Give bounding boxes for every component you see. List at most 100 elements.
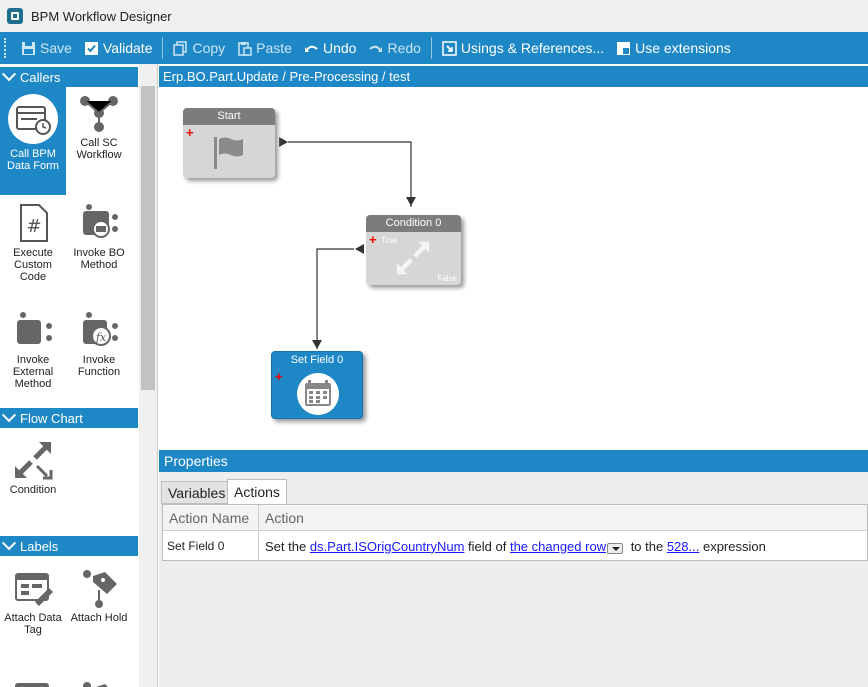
copy-button[interactable]: Copy: [167, 32, 231, 64]
tool-next-partial[interactable]: [66, 664, 132, 687]
action-text: Set the: [265, 538, 310, 554]
section-flowchart-label: Flow Chart: [20, 410, 83, 426]
tool-label: Attach Data Tag: [4, 612, 62, 636]
properties-panel: Variables Actions Action Name Action Set…: [159, 472, 868, 687]
data-tag-icon: [13, 670, 53, 687]
add-marker-icon[interactable]: +: [186, 126, 194, 139]
chevron-down-icon: [1, 536, 17, 551]
toolbox-sidebar: Callers Call BPM Data Form Call SC Workf…: [0, 64, 158, 687]
section-flowchart-header[interactable]: Flow Chart: [0, 408, 138, 428]
tool-invoke-function[interactable]: fx Invoke Function: [66, 304, 132, 404]
paste-button[interactable]: Paste: [231, 32, 298, 64]
svg-text:fx: fx: [95, 331, 107, 344]
tab-actions[interactable]: Actions: [227, 479, 287, 504]
data-form-icon: [7, 93, 59, 145]
toolbar: Save Validate Copy Paste Undo Redo Using…: [0, 32, 868, 64]
validate-button[interactable]: Validate: [78, 32, 159, 64]
connector-condition-setfield: [316, 248, 354, 349]
undo-button[interactable]: Undo: [298, 32, 362, 64]
paste-icon: [238, 41, 252, 56]
tool-attach-data-tag[interactable]: Attach Data Tag: [0, 562, 66, 652]
tool-attach-hold[interactable]: Attach Hold: [66, 562, 132, 652]
save-button[interactable]: Save: [15, 32, 78, 64]
extensions-icon: [617, 41, 631, 55]
tool-call-bpm-data-form[interactable]: Call BPM Data Form: [0, 87, 66, 195]
undo-icon: [304, 45, 318, 52]
expression-link[interactable]: 528...: [667, 539, 700, 554]
column-header-action-name[interactable]: Action Name: [163, 505, 259, 531]
tool-execute-custom-code[interactable]: # Execute Custom Code: [0, 197, 66, 297]
action-text: expression: [699, 538, 766, 554]
hold-icon: [79, 670, 119, 687]
node-title: Condition 0: [366, 215, 461, 232]
condition-input-port: [355, 244, 364, 254]
section-labels-header[interactable]: Labels: [0, 536, 138, 556]
chevron-down-icon: [1, 67, 17, 82]
node-start[interactable]: Start +: [183, 108, 275, 178]
function-icon: fx: [79, 310, 119, 350]
properties-header: Properties: [159, 450, 868, 472]
arrowhead: [312, 340, 322, 349]
copy-label: Copy: [192, 40, 226, 56]
tool-label: Invoke BO Method: [73, 247, 125, 271]
external-method-icon: [13, 310, 53, 350]
action-text: field of: [464, 538, 510, 554]
node-title: Start: [183, 108, 275, 125]
save-icon: [22, 41, 35, 55]
tool-label: Call BPM Data Form: [7, 148, 59, 172]
actions-grid: Action Name Action Set Field 0 Set the d…: [162, 504, 868, 561]
false-branch-label: False: [437, 274, 457, 283]
condition-icon: [13, 440, 53, 480]
tool-label: Attach Hold: [70, 612, 128, 624]
toolbox-scrollbar[interactable]: [139, 64, 157, 687]
tool-next-partial[interactable]: [0, 664, 66, 687]
usings-references-button[interactable]: Usings & References...: [436, 32, 610, 64]
add-marker-icon[interactable]: +: [369, 233, 377, 246]
extensions-label: Use extensions: [635, 40, 731, 56]
workflow-canvas[interactable]: Start + Condition 0 + True False Set Fie…: [159, 87, 868, 445]
row-dropdown-button[interactable]: [607, 542, 624, 554]
field-link[interactable]: ds.Part.ISOrigCountryNum: [310, 539, 465, 554]
undo-label: Undo: [322, 40, 357, 56]
cell-action-name[interactable]: Set Field 0: [163, 532, 259, 560]
tool-label: Condition: [9, 484, 57, 496]
add-marker-icon[interactable]: +: [275, 370, 283, 383]
chevron-down-icon: [1, 408, 17, 423]
node-title: Set Field 0: [272, 352, 362, 369]
tool-call-sc-workflow[interactable]: Call SC Workflow: [66, 87, 132, 195]
usings-label: Usings & References...: [460, 40, 605, 56]
condition-icon: [396, 241, 430, 275]
window-title: BPM Workflow Designer: [31, 8, 172, 24]
section-callers-header[interactable]: Callers: [0, 67, 138, 87]
toolbox-scrollbar-thumb[interactable]: [141, 86, 155, 390]
connector-start-condition: [288, 141, 412, 207]
tool-invoke-bo-method[interactable]: Invoke BO Method: [66, 197, 132, 297]
tool-label: Invoke Function: [77, 354, 121, 378]
arrowhead: [406, 197, 416, 206]
tool-invoke-external-method[interactable]: Invoke External Method: [0, 304, 66, 404]
window-titlebar: BPM Workflow Designer: [0, 0, 868, 32]
references-icon: [442, 40, 457, 56]
section-callers-label: Callers: [20, 69, 61, 85]
svg-text:#: #: [26, 216, 41, 237]
app-icon: [7, 8, 23, 24]
cell-action[interactable]: Set the ds.Part.ISOrigCountryNum field o…: [259, 532, 867, 560]
node-set-field[interactable]: Set Field 0 +: [271, 351, 363, 419]
start-output-port: [279, 137, 288, 147]
properties-title: Properties: [164, 453, 228, 469]
tool-condition[interactable]: Condition: [0, 434, 66, 524]
tab-variables[interactable]: Variables: [161, 481, 233, 504]
column-header-action[interactable]: Action: [259, 505, 867, 531]
redo-icon: [369, 45, 383, 52]
hold-icon: [79, 568, 119, 608]
custom-code-icon: #: [13, 203, 53, 243]
row-link[interactable]: the changed row: [510, 539, 606, 554]
redo-button[interactable]: Redo: [362, 32, 426, 64]
workflow-path-bar: Erp.BO.Part.Update / Pre-Processing / te…: [159, 66, 868, 87]
validate-label: Validate: [102, 40, 153, 56]
data-tag-icon: [13, 568, 53, 608]
toolbar-grip[interactable]: [4, 38, 7, 58]
node-condition[interactable]: Condition 0 + True False: [366, 215, 461, 285]
paste-label: Paste: [256, 40, 292, 56]
use-extensions-button[interactable]: Use extensions: [610, 32, 737, 64]
